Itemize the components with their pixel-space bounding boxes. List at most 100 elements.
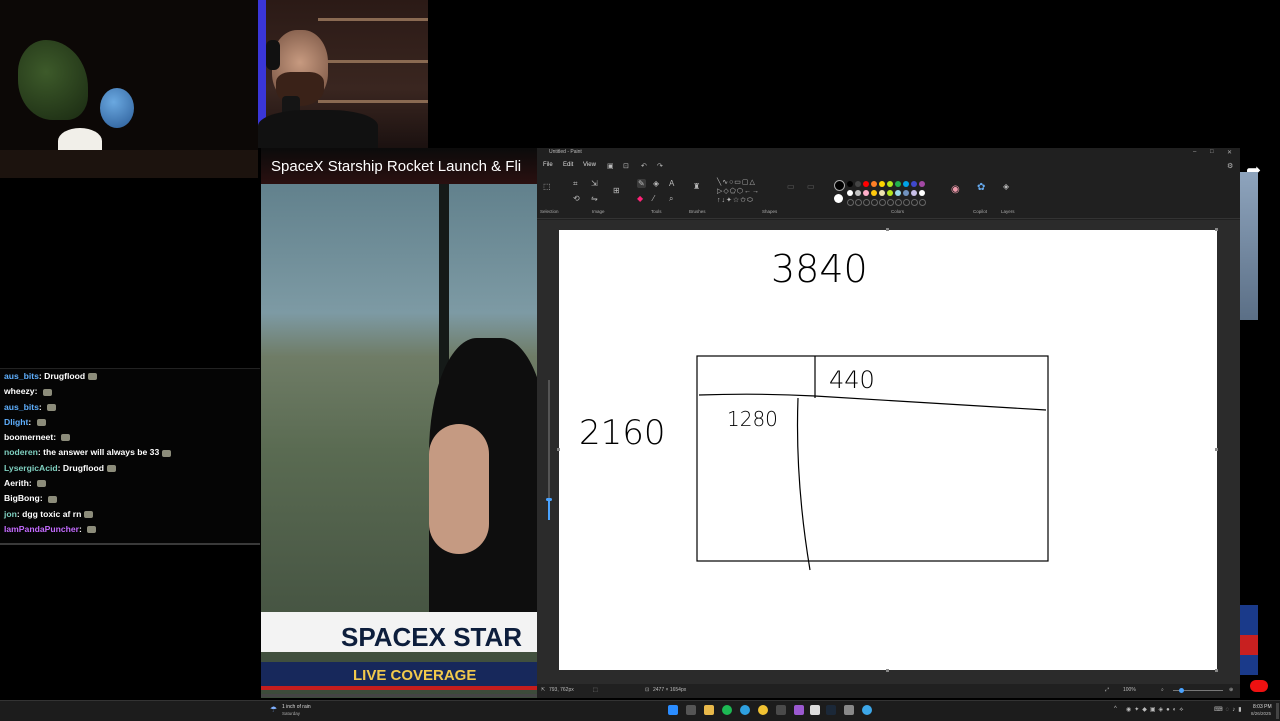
app-icon[interactable] xyxy=(844,705,854,715)
chat-username[interactable]: aus_bits xyxy=(4,371,39,381)
weather-label[interactable]: 1 inch of rain xyxy=(282,704,311,710)
palette-swatch[interactable] xyxy=(911,190,917,196)
selection-icon[interactable]: ⬚ xyxy=(543,182,551,191)
chrome-icon[interactable] xyxy=(758,705,768,715)
chat-username[interactable]: IamPandaPuncher xyxy=(4,524,79,534)
chat-username[interactable]: wheezy xyxy=(4,386,35,396)
save-icon[interactable]: ▣ xyxy=(607,162,614,170)
start-icon[interactable] xyxy=(668,705,678,715)
crop-icon[interactable]: ⌗ xyxy=(573,179,578,189)
resize-handle-bottom[interactable] xyxy=(886,669,889,672)
custom-color-slot[interactable] xyxy=(895,199,902,206)
chat-username[interactable]: LysergicAcid xyxy=(4,463,58,473)
copilot-icon[interactable]: ✿ xyxy=(977,182,985,193)
share-icon[interactable]: ⊡ xyxy=(623,162,629,170)
shapes-row2-icon[interactable]: ▷◇⬠⬡←→ xyxy=(717,187,760,195)
video-player[interactable]: SpaceX Starship Rocket Launch & Fli SPAC… xyxy=(261,148,537,698)
custom-color-slot[interactable] xyxy=(879,199,886,206)
magnifier-icon[interactable]: ⌕ xyxy=(669,194,673,204)
shapes-row1-icon[interactable]: ╲∿○▭▢△ xyxy=(717,178,756,186)
color-picker-icon[interactable]: ⁄ xyxy=(653,194,654,203)
close-icon[interactable]: ✕ xyxy=(1227,149,1232,156)
show-desktop[interactable] xyxy=(1276,703,1279,719)
chat-username[interactable]: Aerith xyxy=(4,478,29,488)
settings-icon[interactable]: ⚙ xyxy=(1227,162,1233,170)
resize-handle-bottom-right[interactable] xyxy=(1215,669,1218,672)
palette-swatch[interactable] xyxy=(895,190,901,196)
app-icon[interactable] xyxy=(776,705,786,715)
chat-username[interactable]: aus_bits xyxy=(4,402,39,412)
custom-color-slot[interactable] xyxy=(847,199,854,206)
resize-handle-top[interactable] xyxy=(886,228,889,231)
app-icon[interactable] xyxy=(794,705,804,715)
palette-swatch[interactable] xyxy=(847,190,853,196)
palette-swatch[interactable] xyxy=(871,181,877,187)
outline-icon[interactable]: ▭ xyxy=(787,182,795,191)
brush-icon[interactable]: ♜ xyxy=(693,182,700,191)
chat-username[interactable]: BigBong xyxy=(4,493,40,503)
shapes-row3-icon[interactable]: ↑↓✦☆✩⬭ xyxy=(717,196,754,205)
palette-swatch[interactable] xyxy=(855,190,861,196)
system-status-icons[interactable]: ⌨◌♪▮ xyxy=(1214,706,1245,713)
flip-icon[interactable]: ⇋ xyxy=(591,194,598,203)
custom-color-slot[interactable] xyxy=(911,199,918,206)
menu-view[interactable]: View xyxy=(583,162,596,168)
undo-icon[interactable]: ↶ xyxy=(641,162,647,170)
tray-chevron-icon[interactable]: ^ xyxy=(1114,706,1117,712)
palette-swatch[interactable] xyxy=(863,181,869,187)
app-icon[interactable] xyxy=(810,705,820,715)
minimize-icon[interactable]: – xyxy=(1193,149,1196,155)
custom-color-slot[interactable] xyxy=(855,199,862,206)
zoom-slider-vertical[interactable] xyxy=(545,380,553,520)
rotate-icon[interactable]: ⟲ xyxy=(573,194,580,203)
drawing-canvas[interactable]: 3840 2160 440 1280 xyxy=(559,230,1217,670)
resize-icon[interactable]: ⇲ xyxy=(591,179,598,188)
custom-color-slot[interactable] xyxy=(903,199,910,206)
search-icon[interactable] xyxy=(686,705,696,715)
primary-color[interactable] xyxy=(834,180,845,191)
edge-icon[interactable] xyxy=(740,705,750,715)
palette-swatch[interactable] xyxy=(879,190,885,196)
custom-color-slot[interactable] xyxy=(887,199,894,206)
paint-app-icon[interactable] xyxy=(862,705,872,715)
fill-shape-icon[interactable]: ▭ xyxy=(807,182,815,191)
palette-swatch[interactable] xyxy=(879,181,885,187)
resize-handle-left[interactable] xyxy=(557,448,560,451)
custom-color-slot[interactable] xyxy=(871,199,878,206)
menu-file[interactable]: File xyxy=(543,162,553,168)
chat-username[interactable]: Dlight xyxy=(4,417,28,427)
clock-date[interactable]: 8/26/2025 xyxy=(1251,711,1271,716)
palette-swatch[interactable] xyxy=(871,190,877,196)
palette-swatch[interactable] xyxy=(887,181,893,187)
zoom-in-icon[interactable]: ⊕ xyxy=(1229,687,1233,693)
layers-icon[interactable]: ◈ xyxy=(1003,182,1009,191)
video-progress-bar[interactable] xyxy=(261,694,537,697)
palette-swatch[interactable] xyxy=(911,181,917,187)
secondary-color[interactable] xyxy=(834,194,843,203)
maximize-icon[interactable]: □ xyxy=(1210,149,1214,155)
palette-swatch[interactable] xyxy=(863,190,869,196)
palette-swatch[interactable] xyxy=(919,190,925,196)
zoom-out-icon[interactable]: ⌕ xyxy=(1161,687,1164,693)
resize-handle-top-right[interactable] xyxy=(1215,228,1218,231)
palette-swatch[interactable] xyxy=(895,181,901,187)
video-title[interactable]: SpaceX Starship Rocket Launch & Fli xyxy=(271,158,521,175)
palette-swatch[interactable] xyxy=(903,190,909,196)
eraser-icon[interactable]: ◆ xyxy=(637,194,643,203)
redo-icon[interactable]: ↷ xyxy=(657,162,663,170)
fill-icon[interactable]: ◈ xyxy=(653,179,659,188)
spotify-icon[interactable] xyxy=(722,705,732,715)
chat-username[interactable]: boomerneet xyxy=(4,432,53,442)
zoom-level[interactable]: 100% xyxy=(1123,687,1136,693)
chat-username[interactable]: noderen xyxy=(4,447,38,457)
menu-edit[interactable]: Edit xyxy=(563,162,573,168)
palette-swatch[interactable] xyxy=(919,181,925,187)
file-explorer-icon[interactable] xyxy=(704,705,714,715)
resize-handle-right[interactable] xyxy=(1215,448,1218,451)
custom-color-slot[interactable] xyxy=(919,199,926,206)
tray-icons[interactable]: ◉✦◆▣◈●◐⟡ xyxy=(1126,706,1186,714)
palette-swatch[interactable] xyxy=(887,190,893,196)
image-select-icon[interactable]: ⊞ xyxy=(613,186,620,195)
steam-icon[interactable] xyxy=(826,705,836,715)
clock-time[interactable]: 8:03 PM xyxy=(1253,704,1272,710)
